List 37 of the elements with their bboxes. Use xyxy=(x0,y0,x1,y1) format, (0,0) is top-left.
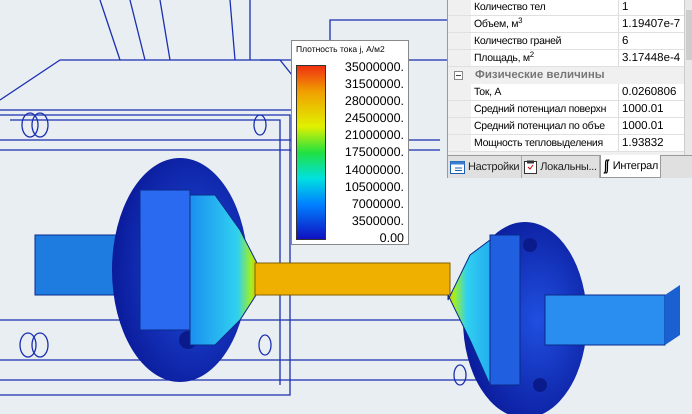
collapse-toggle[interactable] xyxy=(454,71,463,80)
scale-label: 21000000. xyxy=(344,128,404,142)
panel-tab[interactable]: Локальны... xyxy=(522,156,600,178)
property-value: 6 xyxy=(619,33,684,49)
property-name: Площадь, м$^{2}$ xyxy=(471,50,619,66)
window-icon xyxy=(450,160,465,174)
scale-label: 7000000. xyxy=(352,196,404,211)
property-value: 1.93832 xyxy=(619,135,684,151)
property-name: Количество тел xyxy=(471,0,619,15)
scale-label: 24500000. xyxy=(344,111,404,126)
panel-tab[interactable]: Настройки xyxy=(448,156,522,178)
scale-label: 35000000. xyxy=(344,60,404,74)
clipboard-icon xyxy=(524,160,538,174)
scale-label: 3500000. xyxy=(352,214,404,228)
legend-title: Плотность тока j, А/м2 xyxy=(296,44,386,55)
property-name: Объем, м$^{3}$ xyxy=(471,16,619,32)
integral-icon xyxy=(602,158,610,174)
scale-label: 0.00 xyxy=(380,230,404,245)
property-value: 1.19407e-7 xyxy=(619,16,684,32)
property-value: 1 xyxy=(619,0,684,15)
property-name: Ток, А xyxy=(471,84,619,100)
scale-label: 14000000. xyxy=(344,162,404,177)
scale-label: 28000000. xyxy=(344,94,404,108)
property-name: Средний потенциал по объе xyxy=(471,118,619,134)
scale-label: 17500000. xyxy=(344,145,404,160)
property-name: Средний потенциал поверхн xyxy=(471,101,619,117)
property-value: 0.0260806 xyxy=(619,84,684,100)
property-name: Мощность тепловыделения xyxy=(471,135,619,151)
scrollbar[interactable] xyxy=(684,0,692,155)
property-value: 1000.01 xyxy=(619,118,684,134)
panel-tab[interactable]: Интеграл xyxy=(600,155,662,178)
scale-label: 10500000. xyxy=(344,180,404,194)
property-name: Количество граней xyxy=(471,33,619,49)
property-value: 3.17448e-4 xyxy=(619,50,684,66)
property-value: 1000.01 xyxy=(619,101,684,117)
scale-label: 31500000. xyxy=(344,77,404,92)
section-header: Физические величины xyxy=(475,68,605,83)
